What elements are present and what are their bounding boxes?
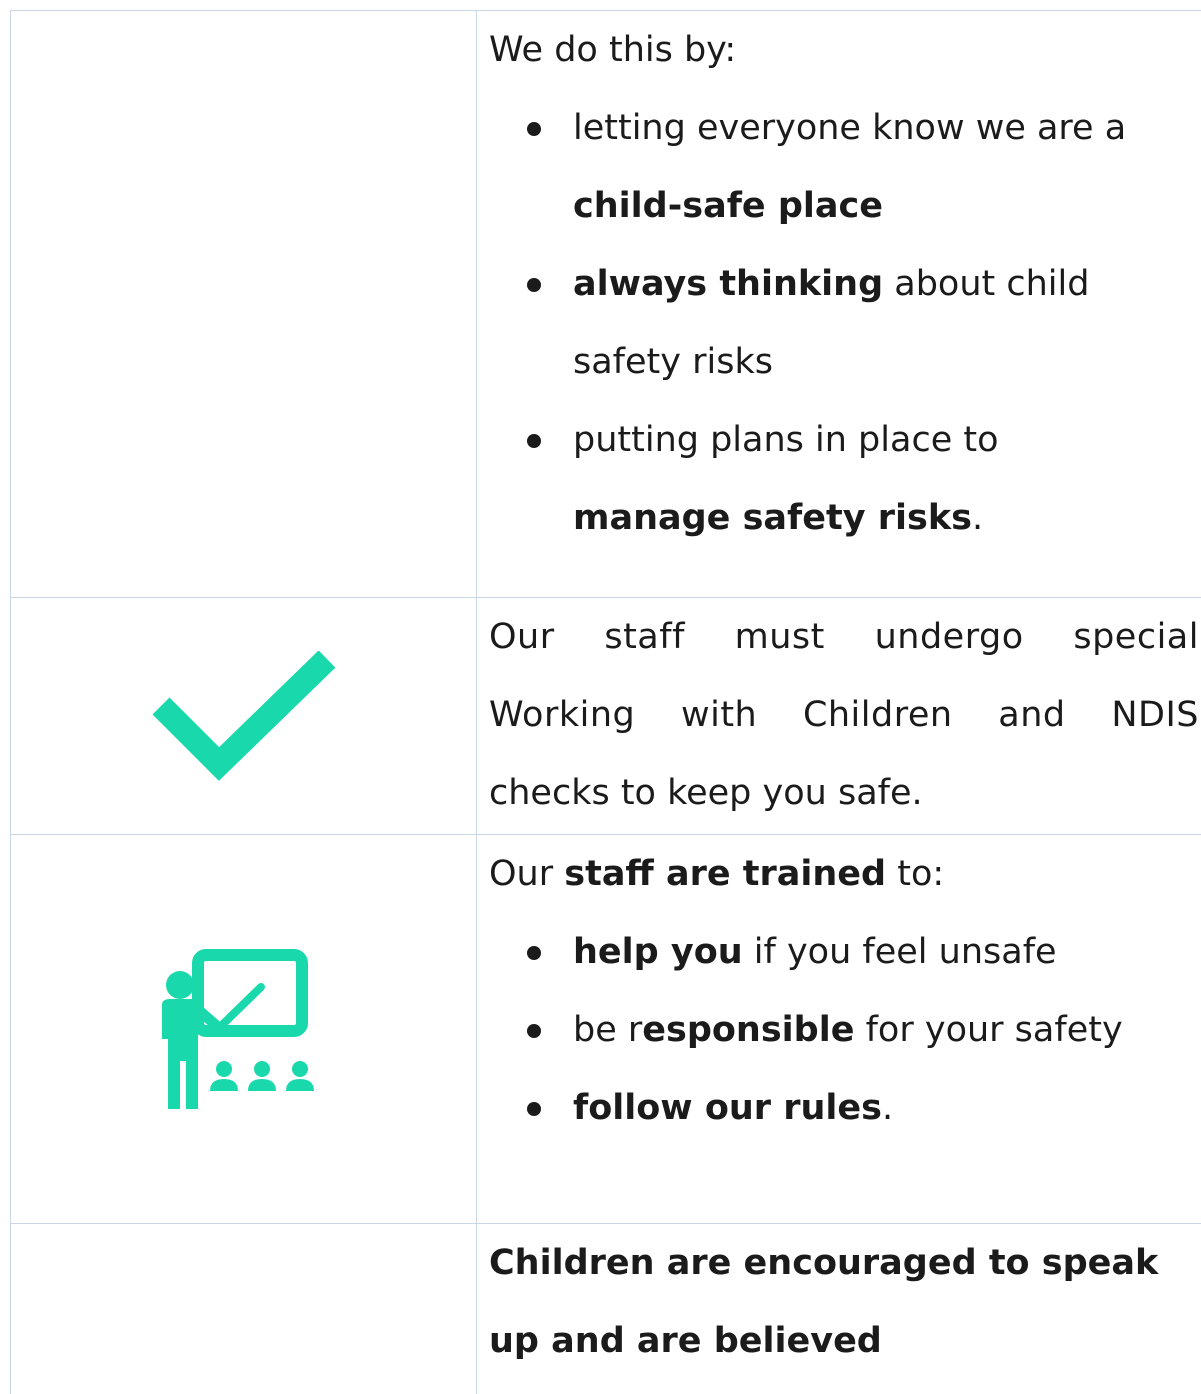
word: Our — [489, 598, 555, 676]
justified-line: Working with Children and NDIS — [489, 676, 1201, 754]
bullet-dot — [527, 434, 541, 448]
table-row: Our staff must undergo special Working w… — [11, 598, 1201, 835]
bullet-list: help you if you feel unsafe be responsib… — [489, 913, 1201, 1147]
word: staff — [604, 598, 685, 676]
word: with — [681, 676, 757, 754]
teacher-presentation-icon — [154, 949, 334, 1109]
bullet-dot — [527, 1102, 541, 1116]
easy-read-table: We do this by: letting everyone know we … — [10, 10, 1201, 1394]
list-item: putting plans in place to manage safety … — [489, 401, 1201, 557]
bullet-dot — [527, 946, 541, 960]
bullet-text: . — [882, 1088, 893, 1128]
list-item: letting everyone know we are a child-saf… — [489, 89, 1201, 245]
list-item: be responsible for your safety — [489, 991, 1201, 1069]
list-item: help you if you feel unsafe — [489, 913, 1201, 991]
list-item: follow our rules. — [489, 1069, 1201, 1147]
table-row: We do this by: letting everyone know we … — [11, 11, 1201, 598]
bullet-bold-text: always thinking — [573, 264, 883, 304]
bullet-text: be r — [573, 1010, 642, 1050]
text-cell: Our staff must undergo special Working w… — [477, 598, 1201, 835]
bullet-bold-text: child-safe place — [573, 186, 883, 226]
intro-text: Our staff are trained to: — [489, 835, 1201, 913]
bullet-list: letting everyone know we are a child-saf… — [489, 89, 1201, 557]
text-cell: Children are encouraged to speak up and … — [477, 1224, 1201, 1394]
bullet-text: putting plans in place to — [573, 401, 1201, 479]
table-row: Our staff are trained to: help you if yo… — [11, 835, 1201, 1224]
paragraph-line: checks to keep you safe. — [489, 754, 1201, 832]
bullet-dot — [527, 278, 541, 292]
bullet-bold-text: manage safety risks — [573, 498, 972, 538]
bullet-text: about child — [883, 264, 1089, 304]
icon-cell — [11, 598, 477, 835]
text-cell: Our staff are trained to: help you if yo… — [477, 835, 1201, 1224]
intro-text: We do this by: — [489, 11, 1201, 89]
bullet-dot — [527, 122, 541, 136]
bullet-text: . — [972, 498, 983, 538]
word: undergo — [875, 598, 1024, 676]
bullet-text: safety risks — [573, 323, 1201, 401]
justified-line: Our staff must undergo special — [489, 598, 1201, 676]
table-row: Children are encouraged to speak up and … — [11, 1224, 1201, 1394]
word: special — [1073, 598, 1199, 676]
bullet-text: for your safety — [854, 1010, 1122, 1050]
empty-icon-cell — [11, 1224, 477, 1394]
word: Working — [489, 676, 635, 754]
bullet-bold-text: help you — [573, 932, 743, 972]
heading-text: up and are believed — [489, 1321, 882, 1361]
word: and — [998, 676, 1065, 754]
word: NDIS — [1111, 676, 1199, 754]
check-mark-icon — [149, 651, 339, 781]
bullet-text: letting everyone know we are a — [573, 89, 1201, 167]
bullet-dot — [527, 1024, 541, 1038]
bullet-bold-text: follow our rules — [573, 1088, 882, 1128]
list-item: always thinking about child safety risks — [489, 245, 1201, 401]
bullet-text: if you feel unsafe — [743, 932, 1057, 972]
text-cell: We do this by: letting everyone know we … — [477, 11, 1201, 598]
word: must — [735, 598, 825, 676]
empty-icon-cell — [11, 11, 477, 598]
word: Children — [803, 676, 953, 754]
icon-cell — [11, 835, 477, 1224]
bullet-bold-text: esponsible — [642, 1010, 854, 1050]
heading-text: Children are encouraged to speak — [489, 1243, 1158, 1283]
